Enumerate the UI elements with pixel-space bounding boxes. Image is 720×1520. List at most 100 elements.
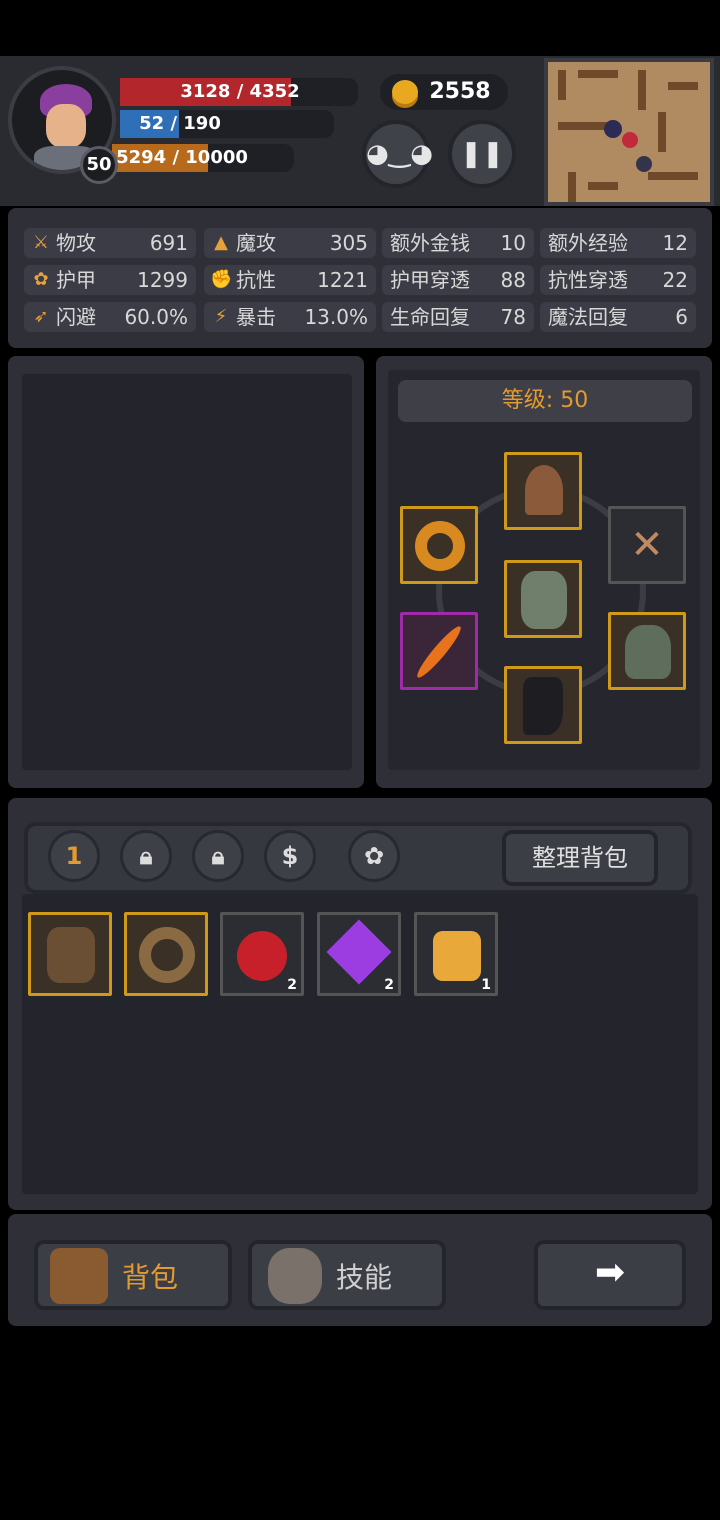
stat-name: 魔法回复 <box>548 305 628 329</box>
stat-armor-penetration: 护甲穿透 88 <box>382 265 534 295</box>
character-preview-panel <box>8 356 364 788</box>
gauntlet-icon <box>625 625 671 679</box>
bag-tab-pet[interactable]: ✿ <box>348 830 400 882</box>
stat-value: 1299 <box>137 268 188 292</box>
stat-value: 60.0% <box>124 305 188 329</box>
hp-bar: 3128 / 4352 <box>120 78 358 106</box>
mp-text: 52 / 190 <box>139 113 221 134</box>
pause-icon: ❚❚ <box>460 139 504 169</box>
bag-tab-locked[interactable]: 🔒︎ <box>120 830 172 882</box>
lightning-icon: ⚡ <box>214 306 228 327</box>
stat-name: 物攻 <box>56 231 96 255</box>
stat-extra-gold: 额外金钱 10 <box>382 228 534 258</box>
minimap[interactable] <box>544 58 714 206</box>
sword-icon: ⚔ <box>32 232 50 253</box>
bag-tab-locked[interactable]: 🔒︎ <box>192 830 244 882</box>
stat-value: 691 <box>149 231 188 255</box>
paw-icon: ✿ <box>363 842 385 870</box>
stat-name: 魔攻 <box>236 231 276 255</box>
enemy-marker-icon <box>622 132 638 148</box>
equip-slot-boots[interactable] <box>504 666 582 744</box>
equip-slot-helmet[interactable] <box>504 452 582 530</box>
stat-value: 12 <box>662 231 688 255</box>
bag-item-scroll[interactable]: 1 <box>414 912 498 996</box>
item-count: 1 <box>481 977 491 993</box>
wizard-hat-icon: ▲ <box>214 232 228 253</box>
equip-slot-locked[interactable]: ✕ <box>608 506 686 584</box>
stat-resistance-penetration: 抗性穿透 22 <box>540 265 696 295</box>
stat-magic-attack: ▲ 魔攻 305 <box>204 228 376 258</box>
stat-value: 1221 <box>317 268 368 292</box>
enemy-marker-icon <box>636 156 652 172</box>
purple-gem-icon <box>326 919 392 985</box>
pet-button[interactable]: ◕‿◕ <box>362 120 433 188</box>
xp-text: 5294 / 10000 <box>116 147 248 168</box>
player-marker-icon <box>604 120 622 138</box>
pet-face-icon: ◕‿◕ <box>366 139 433 169</box>
bag-item-gem[interactable]: 2 <box>317 912 401 996</box>
stat-name: 护甲穿透 <box>390 268 470 292</box>
stat-value: 13.0% <box>304 305 368 329</box>
muscle-icon: ✊ <box>210 269 233 290</box>
stat-crit: ⚡ 暴击 13.0% <box>204 302 376 332</box>
bag-nav-button[interactable]: 背包 <box>34 1240 232 1310</box>
item-count: 2 <box>287 977 297 993</box>
stat-name: 闪避 <box>56 305 96 329</box>
equip-slot-chest[interactable] <box>504 560 582 638</box>
wooden-ring-icon <box>139 927 195 983</box>
scroll-icon <box>433 931 481 981</box>
bag-item-ring[interactable] <box>124 912 208 996</box>
stat-value: 10 <box>500 231 526 255</box>
skill-nav-label: 技能 <box>336 1261 393 1294</box>
lock-icon: 🔒︎ <box>211 842 225 870</box>
bag-item-leather-armor[interactable] <box>28 912 112 996</box>
xp-bar: 5294 / 10000 <box>112 144 294 172</box>
running-icon: ➶ <box>33 306 49 327</box>
next-button[interactable]: ➡ <box>534 1240 686 1310</box>
sort-bag-button[interactable]: 整理背包 <box>502 830 658 886</box>
stat-extra-xp: 额外经验 12 <box>540 228 696 258</box>
gold-value: 2558 <box>429 79 491 104</box>
stat-resistance: ✊ 抗性 1221 <box>204 265 376 295</box>
stat-name: 额外经验 <box>548 231 628 255</box>
bag-tab-gold[interactable]: $ <box>264 830 316 882</box>
red-potion-icon <box>237 931 287 981</box>
stat-value: 88 <box>500 268 526 292</box>
stat-value: 78 <box>500 305 526 329</box>
item-count: 2 <box>384 977 394 993</box>
helmet-icon <box>525 465 563 515</box>
level-badge: 50 <box>80 146 118 184</box>
character-preview-area <box>22 374 352 770</box>
bag-tab-1[interactable]: 1 <box>48 830 100 882</box>
stats-panel: ⚔ 物攻 691 ▲ 魔攻 305 额外金钱 10 额外经验 12 ✿ 护甲 1… <box>8 208 712 348</box>
leather-armor-icon <box>47 927 95 983</box>
stat-name: 抗性 <box>236 268 276 292</box>
stat-value: 305 <box>329 231 368 255</box>
stat-name: 护甲 <box>56 268 96 292</box>
dagger-icon <box>413 622 465 682</box>
stat-value: 6 <box>675 305 688 329</box>
boots-icon <box>523 677 563 735</box>
bag-nav-label: 背包 <box>122 1261 179 1294</box>
equip-slot-gloves[interactable] <box>608 612 686 690</box>
skill-nav-button[interactable]: 技能 <box>248 1240 446 1310</box>
stat-dodge: ➶ 闪避 60.0% <box>24 302 196 332</box>
stat-name: 抗性穿透 <box>548 268 628 292</box>
chest-armor-icon <box>521 571 567 629</box>
stat-name: 暴击 <box>236 305 276 329</box>
chain-lock-icon: ✕ <box>630 522 664 568</box>
pause-button[interactable]: ❚❚ <box>448 120 516 188</box>
bag-item-potion[interactable]: 2 <box>220 912 304 996</box>
equip-slot-weapon[interactable] <box>400 612 478 690</box>
mp-bar: 52 / 190 <box>120 110 334 138</box>
paw-icon: ✿ <box>33 269 49 290</box>
stat-value: 22 <box>662 268 688 292</box>
stat-mp-regen: 魔法回复 6 <box>540 302 696 332</box>
ring-icon <box>415 521 465 571</box>
fist-icon <box>268 1248 322 1304</box>
stat-physical-attack: ⚔ 物攻 691 <box>24 228 196 258</box>
stat-hp-regen: 生命回复 78 <box>382 302 534 332</box>
equip-slot-ring[interactable] <box>400 506 478 584</box>
backpack-icon <box>50 1248 108 1304</box>
arrow-right-icon: ➡ <box>594 1252 626 1293</box>
